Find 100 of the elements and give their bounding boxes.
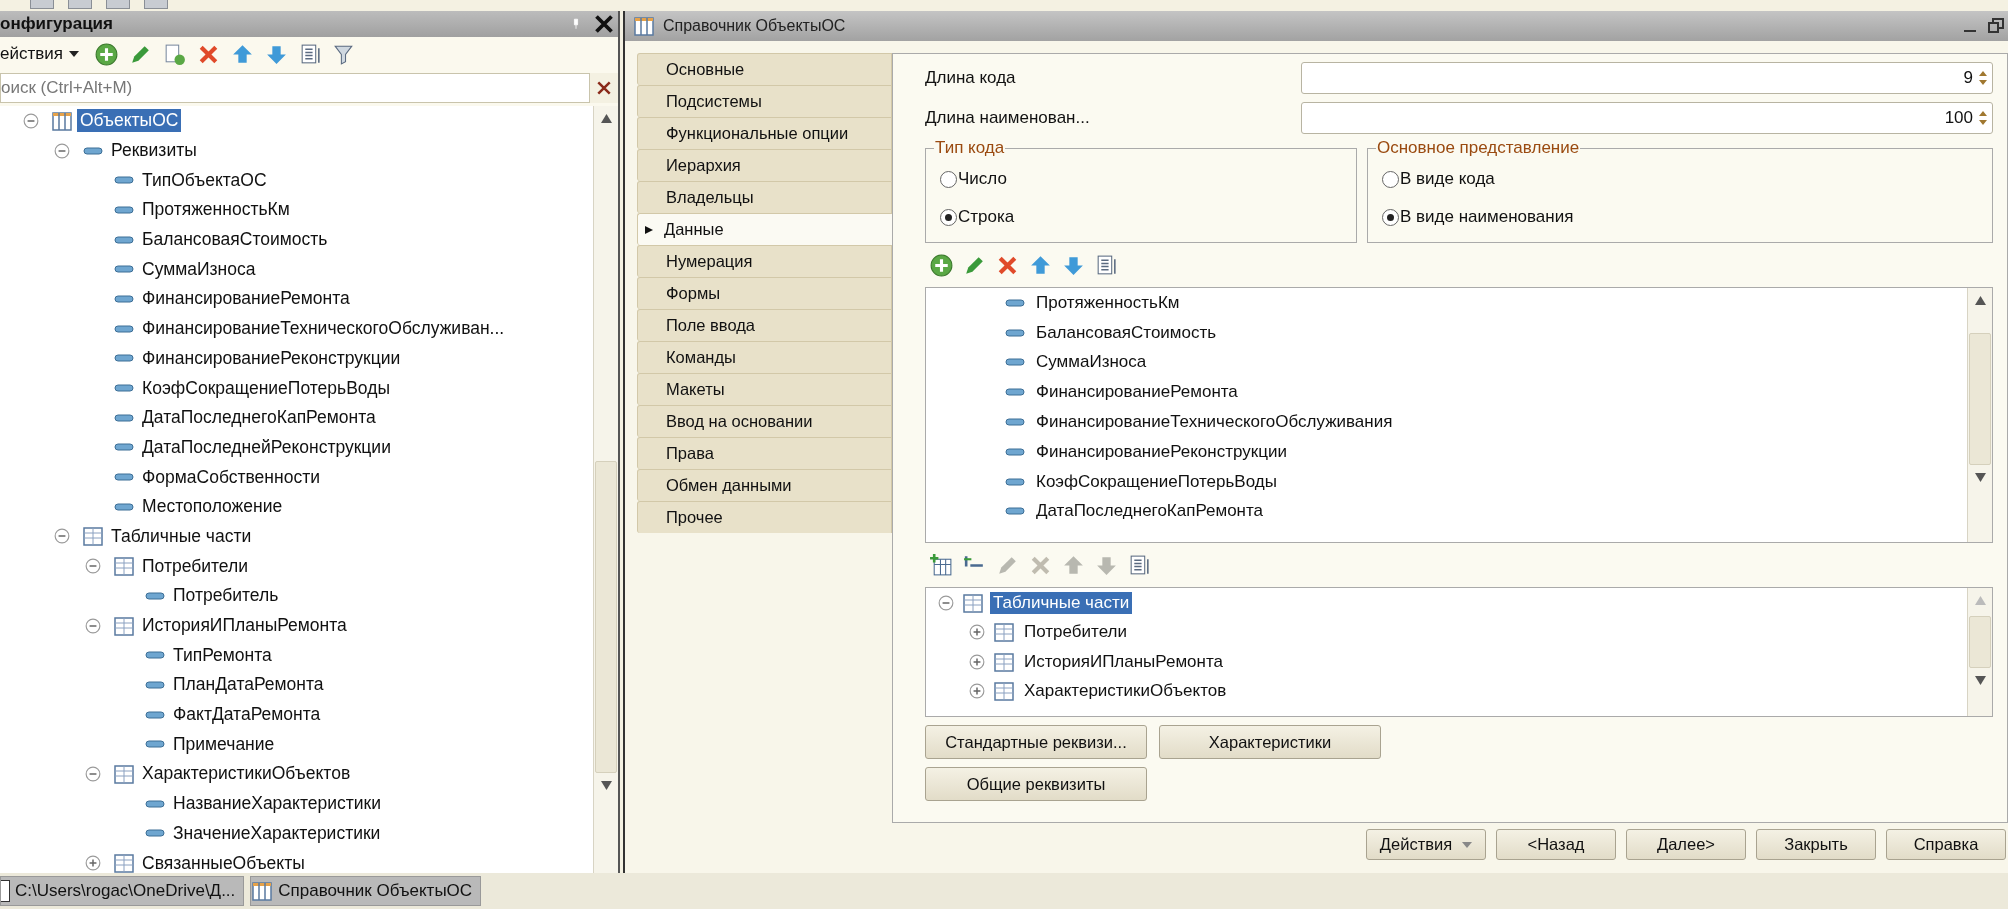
tree-item[interactable]: ДатаПоследнегоКапРемонта — [139, 406, 379, 430]
tree-item[interactable]: Табличные части — [108, 524, 255, 548]
tree-item[interactable]: ФормаСобственности — [139, 465, 323, 489]
tree-item[interactable]: ПротяженностьКм — [139, 198, 293, 222]
scrollbar[interactable] — [593, 106, 618, 873]
list-item[interactable]: ФинансированиеТехническогоОбслуживания — [1033, 411, 1396, 434]
tree-item[interactable]: ОбъектыОС — [77, 109, 182, 133]
list-item[interactable]: ФинансированиеРеконструкции — [1033, 440, 1290, 463]
spinner-icon[interactable] — [1979, 69, 1987, 87]
tab[interactable]: Макеты — [637, 373, 892, 405]
taskbar-item[interactable]: Справочник ОбъектыОС — [250, 876, 482, 906]
expand-icon[interactable] — [969, 624, 985, 641]
radio-option[interactable]: Строка — [940, 198, 1346, 236]
tab[interactable]: Иерархия — [637, 149, 892, 181]
collapse-icon[interactable] — [53, 142, 70, 159]
footer-button[interactable]: Справка — [1886, 829, 2006, 860]
tree-item[interactable]: НазваниеХарактеристики — [170, 792, 384, 816]
expand-icon[interactable] — [84, 855, 101, 872]
collapse-icon[interactable] — [22, 112, 39, 129]
panel-button[interactable]: Общие реквизиты — [925, 767, 1147, 801]
add-icon[interactable] — [94, 41, 119, 67]
clear-icon[interactable] — [596, 80, 612, 96]
tree-item[interactable]: Потребители — [1021, 621, 1130, 644]
tree-item[interactable]: ФинансированиеРеконструкции — [139, 346, 404, 370]
collapse-icon[interactable] — [84, 617, 101, 634]
panel-button[interactable]: Характеристики — [1159, 725, 1381, 759]
add-icon[interactable] — [929, 252, 954, 278]
scrollbar[interactable] — [1967, 288, 1992, 542]
tab[interactable]: Формы — [637, 277, 892, 309]
list-item[interactable]: БалансоваяСтоимость — [1033, 321, 1220, 344]
tree-item[interactable]: Реквизиты — [108, 139, 200, 163]
tree-item[interactable]: ФинансированиеРемонта — [139, 287, 353, 311]
tree-item[interactable]: ДатаПоследнейРеконструкции — [139, 435, 394, 459]
tab[interactable]: Данные — [637, 213, 892, 245]
scrollbar[interactable] — [1967, 588, 1992, 716]
list-item[interactable]: ФинансированиеРемонта — [1033, 381, 1241, 404]
tab[interactable]: Команды — [637, 341, 892, 373]
table-icon — [993, 680, 1015, 703]
scroll-down-icon[interactable] — [1974, 676, 1986, 685]
collapse-icon[interactable] — [53, 528, 70, 545]
tree-item[interactable]: Табличные части — [990, 591, 1133, 614]
spinner-icon[interactable] — [1979, 109, 1987, 127]
tree-item[interactable]: ХарактеристикиОбъектов — [139, 762, 354, 786]
tree-item[interactable]: ИсторияИПланыРемонта — [1021, 650, 1226, 673]
radio-option[interactable]: В виде наименования — [1382, 198, 1982, 236]
add-table-icon[interactable] — [929, 552, 954, 578]
tree-item[interactable]: Потребители — [139, 554, 251, 578]
tree-item[interactable]: ФинансированиеТехническогоОбслуживан... — [139, 317, 508, 341]
tree-item[interactable]: Местоположение — [139, 495, 286, 519]
tree-item[interactable]: СвязанныеОбъекты — [139, 851, 308, 873]
tree-item[interactable]: Потребитель — [170, 584, 282, 608]
tab[interactable]: Функциональные опции — [637, 117, 892, 149]
list-item[interactable]: ПротяженностьКм — [1033, 291, 1183, 314]
tree-item[interactable]: ПланДатаРемонта — [170, 673, 327, 697]
search-field[interactable]: оиск (Ctrl+Alt+M) — [0, 73, 590, 103]
list-item[interactable]: СуммаИзноса — [1033, 351, 1150, 374]
tree-item[interactable]: ТипРемонта — [170, 643, 275, 667]
collapse-icon[interactable] — [84, 558, 101, 575]
scroll-up-icon[interactable] — [600, 114, 612, 123]
radio-option[interactable]: В виде кода — [1382, 160, 1982, 198]
tab[interactable]: Обмен данными — [637, 469, 892, 501]
taskbar-item[interactable]: C:\Users\rogac\OneDrive\Д... — [0, 876, 245, 906]
tree-item[interactable]: ИсторияИПланыРемонта — [139, 614, 350, 638]
scroll-down-icon[interactable] — [600, 781, 612, 790]
tree-item[interactable]: ФактДатаРемонта — [170, 703, 324, 727]
tree-item[interactable]: КоэфСокращениеПотерьВоды — [139, 376, 393, 400]
tree-item[interactable]: СуммаИзноса — [139, 257, 259, 281]
number-field[interactable]: 9 — [1301, 62, 1993, 94]
tab[interactable]: Подсистемы — [637, 85, 892, 117]
tree-item[interactable]: ЗначениеХарактеристики — [170, 821, 384, 845]
tab[interactable]: Права — [637, 437, 892, 469]
scroll-up-icon[interactable] — [1974, 296, 1986, 305]
scroll-down-icon[interactable] — [1974, 473, 1986, 482]
tree-item[interactable]: БалансоваяСтоимость — [139, 228, 331, 252]
expand-icon[interactable] — [969, 683, 985, 700]
tab[interactable]: Нумерация — [637, 245, 892, 277]
tab[interactable]: Основные — [637, 53, 892, 85]
tab[interactable]: Прочее — [637, 501, 892, 533]
close-icon[interactable] — [594, 14, 614, 34]
radio-option[interactable]: Число — [940, 160, 1346, 198]
collapse-icon[interactable] — [938, 594, 954, 611]
footer-button[interactable]: Далее> — [1626, 829, 1746, 860]
tab[interactable]: Владельцы — [637, 181, 892, 213]
tab[interactable]: Ввод на основании — [637, 405, 892, 437]
list-item[interactable]: ДатаПоследнегоКапРемонта — [1033, 500, 1267, 523]
collapse-icon[interactable] — [84, 765, 101, 782]
footer-button[interactable]: <Назад — [1496, 829, 1616, 860]
tree-item[interactable]: ХарактеристикиОбъектов — [1021, 680, 1230, 703]
panel-button[interactable]: Стандартные реквизи... — [925, 725, 1147, 759]
actions-menu[interactable]: ействия — [0, 44, 85, 64]
footer-button[interactable]: Закрыть — [1756, 829, 1876, 860]
number-field[interactable]: 100 — [1301, 102, 1993, 134]
list-item[interactable]: КоэфСокращениеПотерьВоды — [1033, 470, 1280, 493]
restore-icon[interactable] — [1988, 18, 2004, 34]
tree-item[interactable]: ТипОбъектаОС — [139, 168, 270, 192]
pin-icon[interactable] — [572, 18, 580, 30]
tab[interactable]: Поле ввода — [637, 309, 892, 341]
tree-item[interactable]: Примечание — [170, 732, 278, 756]
expand-icon[interactable] — [969, 653, 985, 670]
actions-dropdown[interactable]: Действия — [1366, 829, 1486, 860]
